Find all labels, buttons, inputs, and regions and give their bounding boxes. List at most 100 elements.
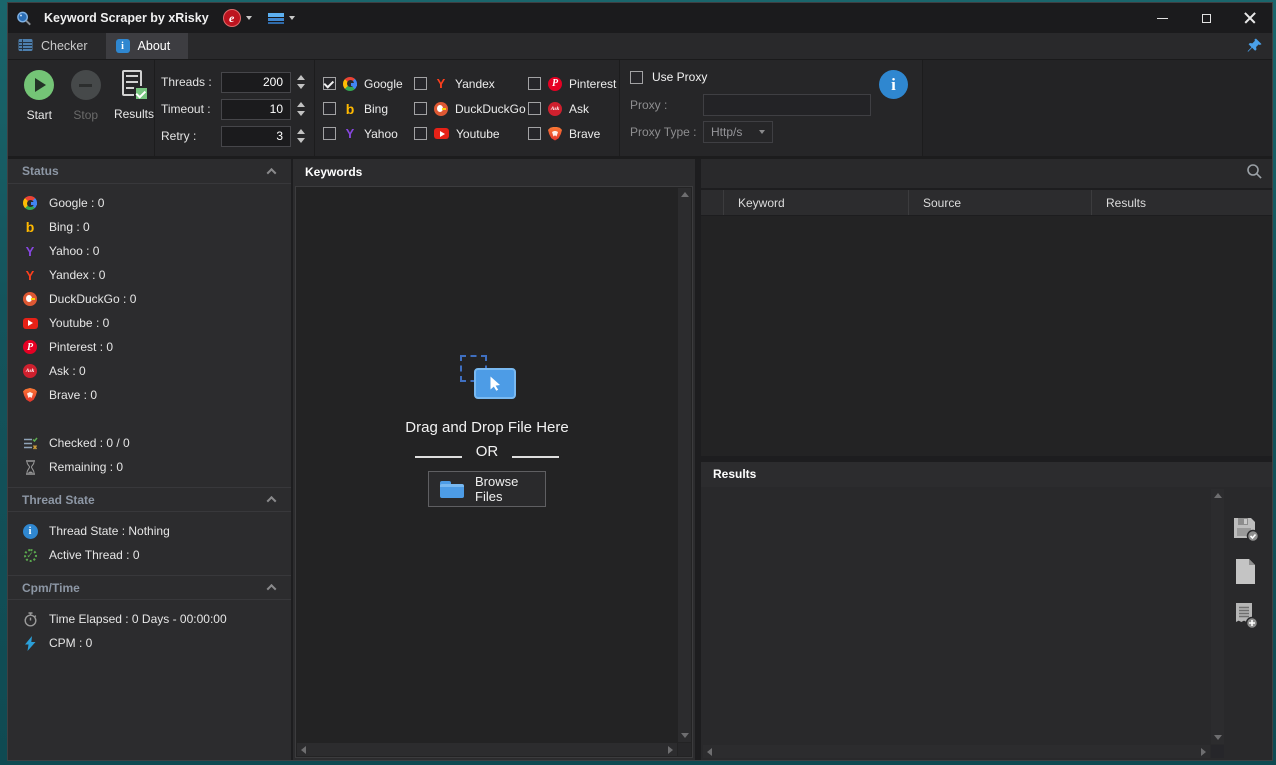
scroll-left-icon[interactable] bbox=[707, 748, 712, 756]
thread-state-section-header[interactable]: Thread State bbox=[8, 487, 291, 512]
scroll-right-icon[interactable] bbox=[1201, 748, 1206, 756]
tab-about[interactable]: i About bbox=[106, 33, 189, 59]
stopwatch-icon bbox=[22, 612, 38, 627]
pinterest-icon bbox=[23, 340, 37, 354]
source-column-header[interactable]: Source bbox=[909, 190, 1092, 215]
close-button[interactable] bbox=[1228, 3, 1272, 33]
engine-ask[interactable]: Ask bbox=[528, 102, 619, 116]
browse-files-label: Browse Files bbox=[475, 474, 534, 504]
start-button[interactable]: Start bbox=[21, 70, 57, 156]
chevron-down-icon bbox=[759, 130, 765, 134]
row-selector-column-header[interactable] bbox=[701, 190, 724, 215]
status-duckduckgo: DuckDuckGo : 0 bbox=[22, 287, 291, 311]
engine-yahoo[interactable]: Yahoo bbox=[323, 127, 414, 141]
scroll-left-icon[interactable] bbox=[301, 746, 306, 754]
blue-flag-icon[interactable] bbox=[268, 13, 284, 24]
proxy-type-select[interactable]: Http/s bbox=[703, 121, 773, 143]
results-vertical-scrollbar[interactable] bbox=[1211, 489, 1224, 744]
chevron-down-icon[interactable] bbox=[289, 16, 295, 20]
brave-checkbox[interactable] bbox=[528, 127, 541, 140]
chevron-down-icon[interactable] bbox=[246, 16, 252, 20]
engine-duckduckgo[interactable]: DuckDuckGo bbox=[414, 102, 528, 116]
timeout-stepper[interactable] bbox=[297, 102, 305, 116]
scroll-down-icon[interactable] bbox=[1214, 735, 1222, 740]
search-icon[interactable] bbox=[1246, 163, 1263, 185]
spin-down-icon[interactable] bbox=[297, 111, 305, 116]
timeout-input[interactable] bbox=[221, 99, 291, 120]
ask-icon bbox=[548, 102, 562, 116]
proxy-input[interactable] bbox=[703, 94, 871, 116]
retry-stepper[interactable] bbox=[297, 129, 305, 143]
keyword-column-header[interactable]: Keyword bbox=[724, 190, 909, 215]
minimize-button[interactable] bbox=[1140, 3, 1184, 33]
red-logo-icon[interactable]: e bbox=[223, 9, 241, 27]
ask-checkbox[interactable] bbox=[528, 102, 541, 115]
spin-up-icon[interactable] bbox=[297, 129, 305, 134]
threads-input[interactable] bbox=[221, 72, 291, 93]
thread-state-items: i Thread State : Nothing ✓ Active Thread… bbox=[8, 512, 291, 569]
results-button[interactable]: Results bbox=[114, 70, 154, 156]
spin-up-icon[interactable] bbox=[297, 102, 305, 107]
stop-button[interactable]: Stop bbox=[67, 70, 103, 156]
divider-line bbox=[415, 456, 462, 458]
info-icon[interactable]: i bbox=[879, 70, 908, 99]
toolbar: Start Stop Results Threads : Timeout : bbox=[8, 59, 1272, 156]
pinterest-checkbox[interactable] bbox=[528, 77, 541, 90]
retry-input[interactable] bbox=[221, 126, 291, 147]
yahoo-icon bbox=[23, 244, 37, 258]
close-icon bbox=[1244, 12, 1256, 24]
status-remaining: Remaining : 0 bbox=[22, 455, 291, 479]
keywords-horizontal-scrollbar[interactable] bbox=[297, 743, 677, 756]
keywords-header: Keywords bbox=[293, 159, 695, 186]
scroll-up-icon[interactable] bbox=[681, 192, 689, 197]
status-google: Google : 0 bbox=[22, 191, 291, 215]
engine-brave[interactable]: Brave bbox=[528, 127, 619, 141]
maximize-button[interactable] bbox=[1184, 3, 1228, 33]
toolbar-actions: Start Stop Results bbox=[8, 60, 155, 156]
scroll-down-icon[interactable] bbox=[681, 733, 689, 738]
scroll-right-icon[interactable] bbox=[668, 746, 673, 754]
yahoo-checkbox[interactable] bbox=[323, 127, 336, 140]
threads-stepper[interactable] bbox=[297, 75, 305, 89]
drag-drop-icon bbox=[458, 355, 516, 403]
search-row[interactable] bbox=[701, 159, 1272, 190]
spin-down-icon[interactable] bbox=[297, 84, 305, 89]
document-icon[interactable] bbox=[1230, 556, 1260, 586]
cpm-time-section-header[interactable]: Cpm/Time bbox=[8, 575, 291, 600]
youtube-checkbox[interactable] bbox=[414, 127, 427, 140]
keywords-vertical-scrollbar[interactable] bbox=[678, 188, 691, 742]
duckduckgo-checkbox[interactable] bbox=[414, 102, 427, 115]
engine-bing[interactable]: Bing bbox=[323, 102, 414, 116]
results-column-header[interactable]: Results bbox=[1092, 190, 1272, 215]
results-label: Results bbox=[114, 107, 154, 121]
status-section-header[interactable]: Status bbox=[8, 159, 291, 184]
tab-checker[interactable]: Checker bbox=[8, 33, 106, 59]
keywords-drop-area[interactable]: Drag and Drop File Here OR Browse Files bbox=[295, 186, 693, 758]
yandex-checkbox[interactable] bbox=[414, 77, 427, 90]
save-check-icon[interactable] bbox=[1230, 513, 1260, 543]
use-proxy-checkbox[interactable] bbox=[630, 71, 643, 84]
bing-icon bbox=[23, 220, 37, 234]
engine-yandex[interactable]: Yandex bbox=[414, 77, 528, 91]
engine-google[interactable]: Google bbox=[323, 77, 414, 91]
about-info-icon: i bbox=[116, 39, 130, 53]
engine-youtube[interactable]: Youtube bbox=[414, 127, 528, 141]
scroll-up-icon[interactable] bbox=[1214, 493, 1222, 498]
status-items: Google : 0 Bing : 0 Yahoo : 0 Yandex : 0… bbox=[8, 184, 291, 481]
play-icon bbox=[24, 70, 54, 100]
results-table-body[interactable] bbox=[701, 216, 1272, 456]
proxy-label: Proxy : bbox=[630, 98, 703, 112]
engine-pinterest[interactable]: Pinterest bbox=[528, 77, 619, 91]
pin-icon[interactable] bbox=[1247, 38, 1262, 58]
active-thread-icon: ✓ bbox=[24, 549, 37, 562]
bing-checkbox[interactable] bbox=[323, 102, 336, 115]
results-horizontal-scrollbar[interactable] bbox=[703, 745, 1210, 758]
spin-up-icon[interactable] bbox=[297, 75, 305, 80]
results-panel-body[interactable] bbox=[701, 487, 1272, 760]
google-checkbox[interactable] bbox=[323, 77, 336, 90]
add-list-icon[interactable] bbox=[1230, 599, 1260, 629]
info-icon: i bbox=[23, 524, 38, 539]
browse-files-button[interactable]: Browse Files bbox=[428, 471, 546, 507]
spin-down-icon[interactable] bbox=[297, 138, 305, 143]
drop-zone[interactable]: Drag and Drop File Here OR Browse Files bbox=[296, 355, 678, 507]
